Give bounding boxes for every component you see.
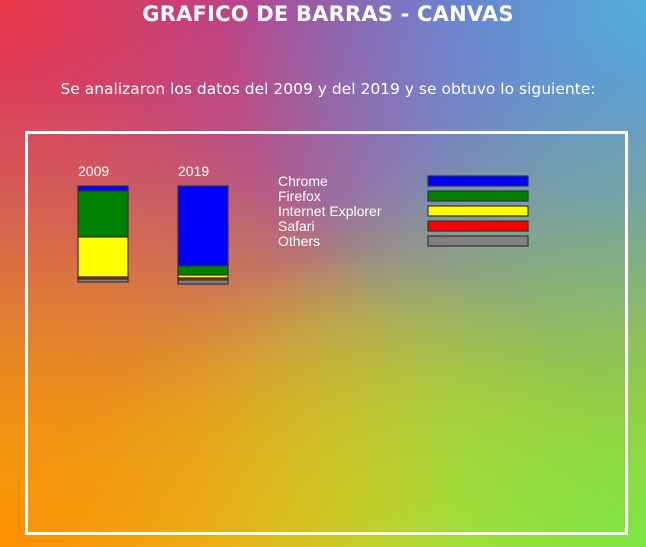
legend-swatch-others <box>427 235 529 247</box>
bar-segment-2009-firefox <box>77 190 129 238</box>
category-label-2019: 2019 <box>178 163 209 179</box>
bar-segment-2019-others <box>177 279 229 285</box>
legend-label-firefox: Firefox <box>278 188 321 204</box>
legend-swatch-safari <box>427 220 529 232</box>
bar-segment-2019-chrome <box>177 185 229 267</box>
legend-label-internet-explorer: Internet Explorer <box>278 203 382 219</box>
legend-label-others: Others <box>278 233 320 249</box>
legend-label-chrome: Chrome <box>278 173 328 189</box>
stacked-bar-chart: 2009 2019 ChromeFirefoxInternet ExplorerSa… <box>77 163 529 285</box>
legend-swatch-internet-explorer <box>427 205 529 217</box>
bar-segment-2019-firefox <box>177 265 229 276</box>
bar-segment-2009-chrome <box>77 185 129 192</box>
legend-swatch-firefox <box>427 190 529 202</box>
legend-swatch-chrome <box>427 175 529 187</box>
bar-segment-2009-internet-explorer <box>77 236 129 278</box>
bar-segment-2009-others <box>77 278 129 283</box>
legend-label-safari: Safari <box>278 218 315 234</box>
category-label-2009: 2009 <box>78 163 109 179</box>
